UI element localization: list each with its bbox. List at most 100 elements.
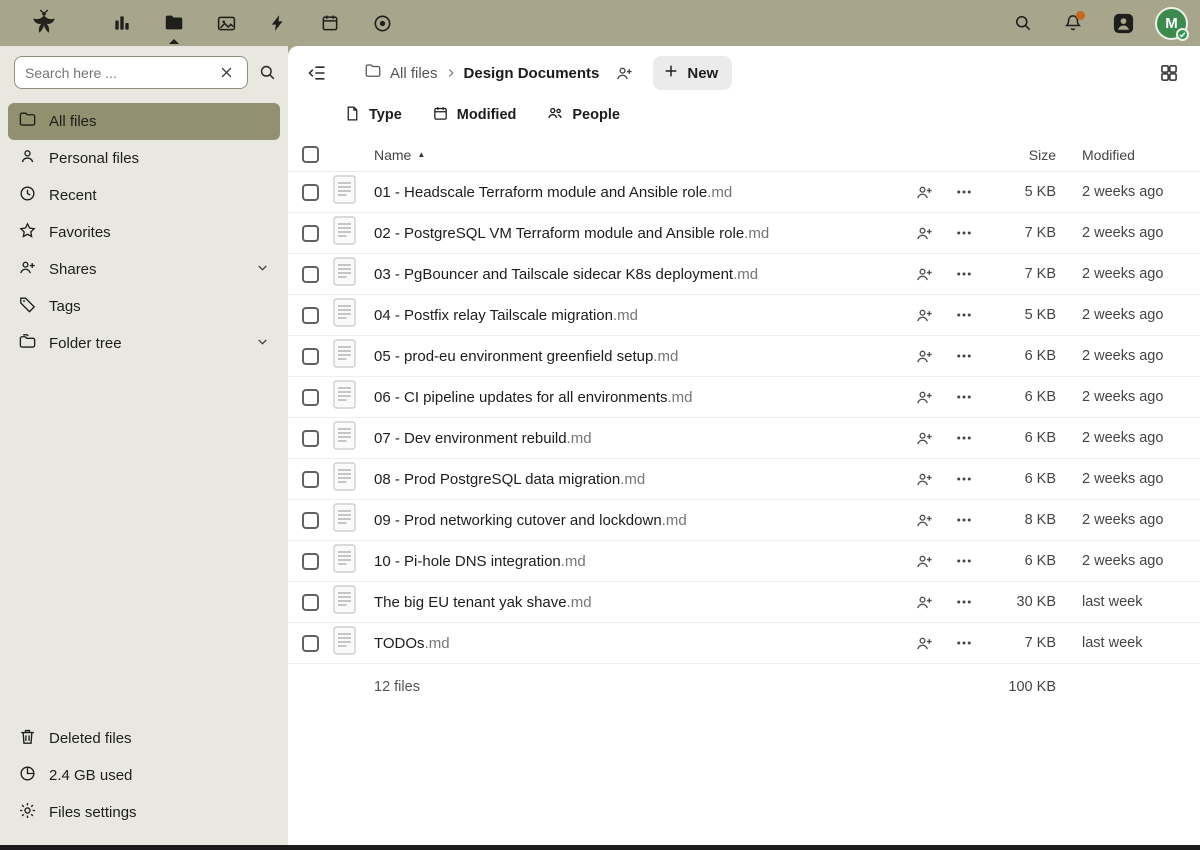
row-checkbox[interactable] (302, 307, 319, 324)
share-file-icon[interactable] (907, 380, 941, 414)
file-row[interactable]: 10 - Pi-hole DNS integration.md 6 KB 2 w… (288, 541, 1200, 582)
dashboard-app-icon[interactable] (102, 1, 142, 45)
file-actions-ellipsis-icon[interactable] (947, 175, 981, 209)
share-file-icon[interactable] (907, 626, 941, 660)
file-actions-ellipsis-icon[interactable] (947, 462, 981, 496)
row-checkbox[interactable] (302, 348, 319, 365)
share-file-icon[interactable] (907, 298, 941, 332)
file-row[interactable]: 08 - Prod PostgreSQL data migration.md 6… (288, 459, 1200, 500)
file-name[interactable]: 04 - Postfix relay Tailscale migration (374, 307, 613, 324)
share-folder-icon[interactable] (609, 58, 639, 88)
row-checkbox[interactable] (302, 553, 319, 570)
row-checkbox[interactable] (302, 635, 319, 652)
file-actions-ellipsis-icon[interactable] (947, 421, 981, 455)
file-row[interactable]: 02 - PostgreSQL VM Terraform module and … (288, 213, 1200, 254)
share-file-icon[interactable] (907, 544, 941, 578)
row-checkbox[interactable] (302, 594, 319, 611)
sidebar-item-files-settings[interactable]: Files settings (8, 794, 280, 831)
file-actions-ellipsis-icon[interactable] (947, 380, 981, 414)
sidebar-item-folder-tree[interactable]: Folder tree (8, 325, 280, 362)
sidebar-item-personal-files[interactable]: Personal files (8, 140, 280, 177)
unified-search-icon[interactable] (1005, 3, 1041, 43)
file-name[interactable]: 05 - prod-eu environment greenfield setu… (374, 348, 653, 365)
sort-by-size-button[interactable]: Size (984, 147, 1056, 163)
file-row[interactable]: 05 - prod-eu environment greenfield setu… (288, 336, 1200, 377)
file-name[interactable]: The big EU tenant yak shave (374, 594, 567, 611)
share-file-icon[interactable] (907, 175, 941, 209)
row-checkbox[interactable] (302, 471, 319, 488)
file-name[interactable]: 08 - Prod PostgreSQL data migration (374, 471, 620, 488)
calendar-app-icon[interactable] (310, 1, 350, 45)
file-ext: .md (425, 635, 450, 652)
clear-search-icon[interactable] (211, 58, 241, 88)
file-row[interactable]: The big EU tenant yak shave.md 30 KB las… (288, 582, 1200, 623)
file-name[interactable]: 09 - Prod networking cutover and lockdow… (374, 512, 662, 529)
file-name[interactable]: 07 - Dev environment rebuild (374, 430, 567, 447)
files-app-icon[interactable] (154, 1, 194, 45)
row-checkbox[interactable] (302, 225, 319, 242)
user-avatar[interactable]: M (1155, 7, 1188, 40)
search-input[interactable] (25, 65, 211, 81)
file-name[interactable]: 06 - CI pipeline updates for all environ… (374, 389, 668, 406)
file-name[interactable]: 01 - Headscale Terraform module and Ansi… (374, 184, 707, 201)
file-name[interactable]: 10 - Pi-hole DNS integration (374, 553, 561, 570)
sort-by-modified-button[interactable]: Modified (1082, 147, 1135, 163)
file-row[interactable]: 06 - CI pipeline updates for all environ… (288, 377, 1200, 418)
activity-app-icon[interactable] (258, 1, 298, 45)
file-actions-ellipsis-icon[interactable] (947, 339, 981, 373)
row-checkbox[interactable] (302, 430, 319, 447)
photos-app-icon[interactable] (206, 1, 246, 45)
file-row[interactable]: 07 - Dev environment rebuild.md 6 KB 2 w… (288, 418, 1200, 459)
circles-app-icon[interactable] (362, 1, 402, 45)
file-actions-ellipsis-icon[interactable] (947, 626, 981, 660)
file-actions-ellipsis-icon[interactable] (947, 503, 981, 537)
file-actions-ellipsis-icon[interactable] (947, 257, 981, 291)
file-name[interactable]: TODOs (374, 635, 425, 652)
filter-type-button[interactable]: Type (344, 105, 402, 126)
row-checkbox[interactable] (302, 512, 319, 529)
file-name[interactable]: 03 - PgBouncer and Tailscale sidecar K8s… (374, 266, 733, 283)
file-name[interactable]: 02 - PostgreSQL VM Terraform module and … (374, 225, 744, 242)
search-submit-icon[interactable] (252, 58, 282, 88)
sidebar-item-shares[interactable]: Shares (8, 251, 280, 288)
file-actions-ellipsis-icon[interactable] (947, 216, 981, 250)
file-actions-ellipsis-icon[interactable] (947, 585, 981, 619)
share-file-icon[interactable] (907, 585, 941, 619)
select-all-checkbox[interactable] (302, 146, 319, 163)
row-checkbox[interactable] (302, 184, 319, 201)
sidebar-item-quota[interactable]: 2.4 GB used (8, 757, 280, 794)
file-row[interactable]: 04 - Postfix relay Tailscale migration.m… (288, 295, 1200, 336)
sidebar-item-favorites[interactable]: Favorites (8, 214, 280, 251)
share-file-icon[interactable] (907, 503, 941, 537)
new-button[interactable]: New (653, 56, 732, 90)
breadcrumb-current[interactable]: Design Documents (464, 65, 600, 82)
chevron-down-icon[interactable] (255, 334, 270, 353)
share-file-icon[interactable] (907, 421, 941, 455)
file-row[interactable]: 01 - Headscale Terraform module and Ansi… (288, 172, 1200, 213)
sidebar-item-all-files[interactable]: All files (8, 103, 280, 140)
logo-moth-icon[interactable] (22, 1, 66, 45)
share-file-icon[interactable] (907, 339, 941, 373)
share-file-icon[interactable] (907, 216, 941, 250)
breadcrumb-root[interactable]: All files (364, 62, 438, 84)
contacts-menu-icon[interactable] (1105, 3, 1141, 43)
chevron-down-icon[interactable] (255, 260, 270, 279)
row-checkbox[interactable] (302, 389, 319, 406)
sidebar-item-recent[interactable]: Recent (8, 177, 280, 214)
grid-view-toggle-icon[interactable] (1154, 58, 1184, 88)
file-row[interactable]: 03 - PgBouncer and Tailscale sidecar K8s… (288, 254, 1200, 295)
file-row[interactable]: 09 - Prod networking cutover and lockdow… (288, 500, 1200, 541)
sidebar-item-deleted-files[interactable]: Deleted files (8, 720, 280, 757)
sidebar-item-tags[interactable]: Tags (8, 288, 280, 325)
notifications-bell-icon[interactable] (1055, 3, 1091, 43)
filter-people-button[interactable]: People (546, 104, 620, 126)
share-file-icon[interactable] (907, 462, 941, 496)
filter-modified-button[interactable]: Modified (432, 105, 517, 126)
file-row[interactable]: TODOs.md 7 KB last week (288, 623, 1200, 664)
file-actions-ellipsis-icon[interactable] (947, 544, 981, 578)
sort-by-name-button[interactable]: Name ▲ (374, 147, 425, 163)
file-actions-ellipsis-icon[interactable] (947, 298, 981, 332)
share-file-icon[interactable] (907, 257, 941, 291)
row-checkbox[interactable] (302, 266, 319, 283)
collapse-sidebar-icon[interactable] (302, 58, 332, 88)
